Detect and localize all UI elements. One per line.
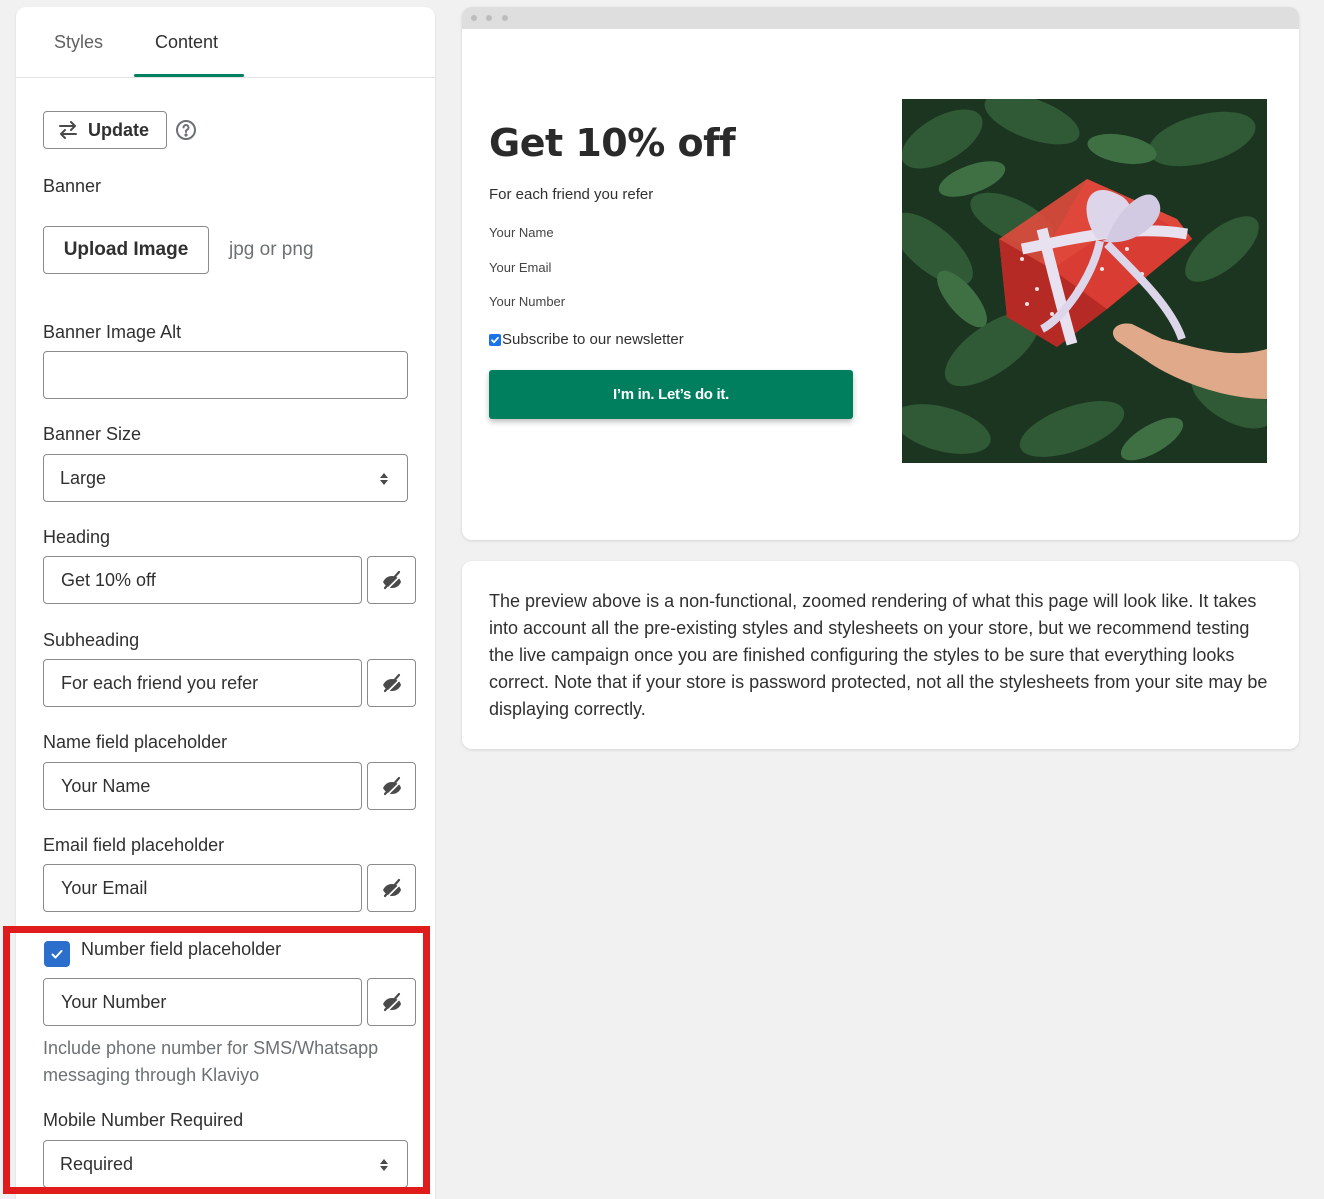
name-field-hide-button[interactable] [367, 762, 416, 810]
banner-size-label: Banner Size [43, 424, 142, 444]
hide-icon [382, 776, 401, 796]
window-dot [486, 15, 492, 21]
number-field-hide-button[interactable] [367, 978, 416, 1026]
mobile-required-label: Mobile Number Required [43, 1110, 244, 1130]
select-arrows-icon [380, 473, 388, 485]
upload-hint: jpg or png [229, 239, 314, 260]
name-field-label: Name field placeholder [43, 732, 228, 752]
number-field-help-text: Include phone number for SMS/Whatsapp me… [43, 1038, 379, 1085]
tab-content[interactable]: Content [155, 32, 218, 53]
hide-icon [382, 992, 401, 1012]
hide-icon [382, 570, 401, 590]
number-field-label: Number field placeholder [81, 939, 282, 959]
hide-icon [382, 878, 401, 898]
banner-alt-label: Banner Image Alt [43, 322, 182, 342]
name-field-input[interactable]: Your Name [43, 762, 362, 810]
mobile-required-value: Required [60, 1153, 134, 1174]
hide-icon [382, 673, 401, 693]
tab-bar: Styles Content [16, 7, 435, 78]
checkmark-icon [489, 333, 501, 346]
number-field-checkbox[interactable] [44, 941, 70, 967]
select-arrows-icon [380, 1159, 388, 1171]
heading-hide-button[interactable] [367, 556, 416, 604]
email-field-label: Email field placeholder [43, 835, 225, 855]
preview-subscribe-label: Subscribe to our newsletter [502, 331, 684, 348]
checkmark-icon [51, 950, 63, 959]
banner-image [902, 99, 1267, 463]
mobile-required-select[interactable]: Required [43, 1140, 408, 1188]
window-dot [471, 15, 477, 21]
upload-image-button[interactable]: Upload Image [43, 226, 209, 274]
browser-bar [462, 7, 1299, 29]
tab-styles[interactable]: Styles [54, 32, 103, 53]
update-button[interactable]: Update [43, 111, 167, 149]
preview-note-text: The preview above is a non-functional, z… [489, 591, 1268, 719]
banner-alt-input[interactable] [43, 351, 408, 399]
preview-number-field: Your Number [489, 294, 566, 309]
preview-name-field: Your Name [489, 225, 554, 240]
preview-email-field: Your Email [489, 260, 552, 275]
active-tab-indicator [134, 74, 244, 77]
preview-heading: Get 10% off [489, 121, 736, 165]
subheading-input[interactable]: For each friend you refer [43, 659, 362, 707]
preview-card: Get 10% off For each friend you refer Yo… [462, 7, 1299, 540]
preview-subheading: For each friend you refer [489, 186, 654, 203]
help-circle-icon[interactable] [175, 119, 197, 141]
window-dot [502, 15, 508, 21]
heading-label: Heading [43, 527, 111, 547]
number-field-input[interactable]: Your Number [43, 978, 362, 1026]
banner-size-value: Large [60, 467, 107, 488]
subheading-hide-button[interactable] [367, 659, 416, 707]
preview-subscribe-checkbox: Subscribe to our newsletter [489, 331, 684, 348]
preview-cta-button: I’m in. Let’s do it. [489, 370, 853, 419]
email-field-input[interactable]: Your Email [43, 864, 362, 912]
email-field-hide-button[interactable] [367, 864, 416, 912]
heading-input[interactable]: Get 10% off [43, 556, 362, 604]
update-button-label: Update [88, 119, 150, 140]
preview-note-card: The preview above is a non-functional, z… [462, 561, 1299, 749]
subheading-label: Subheading [43, 630, 140, 650]
arrows-exchange-icon [59, 121, 77, 139]
banner-label: Banner [43, 176, 102, 196]
settings-panel: Styles Content Update Banner Upload Imag… [16, 7, 435, 1199]
banner-size-select[interactable]: Large [43, 454, 408, 502]
